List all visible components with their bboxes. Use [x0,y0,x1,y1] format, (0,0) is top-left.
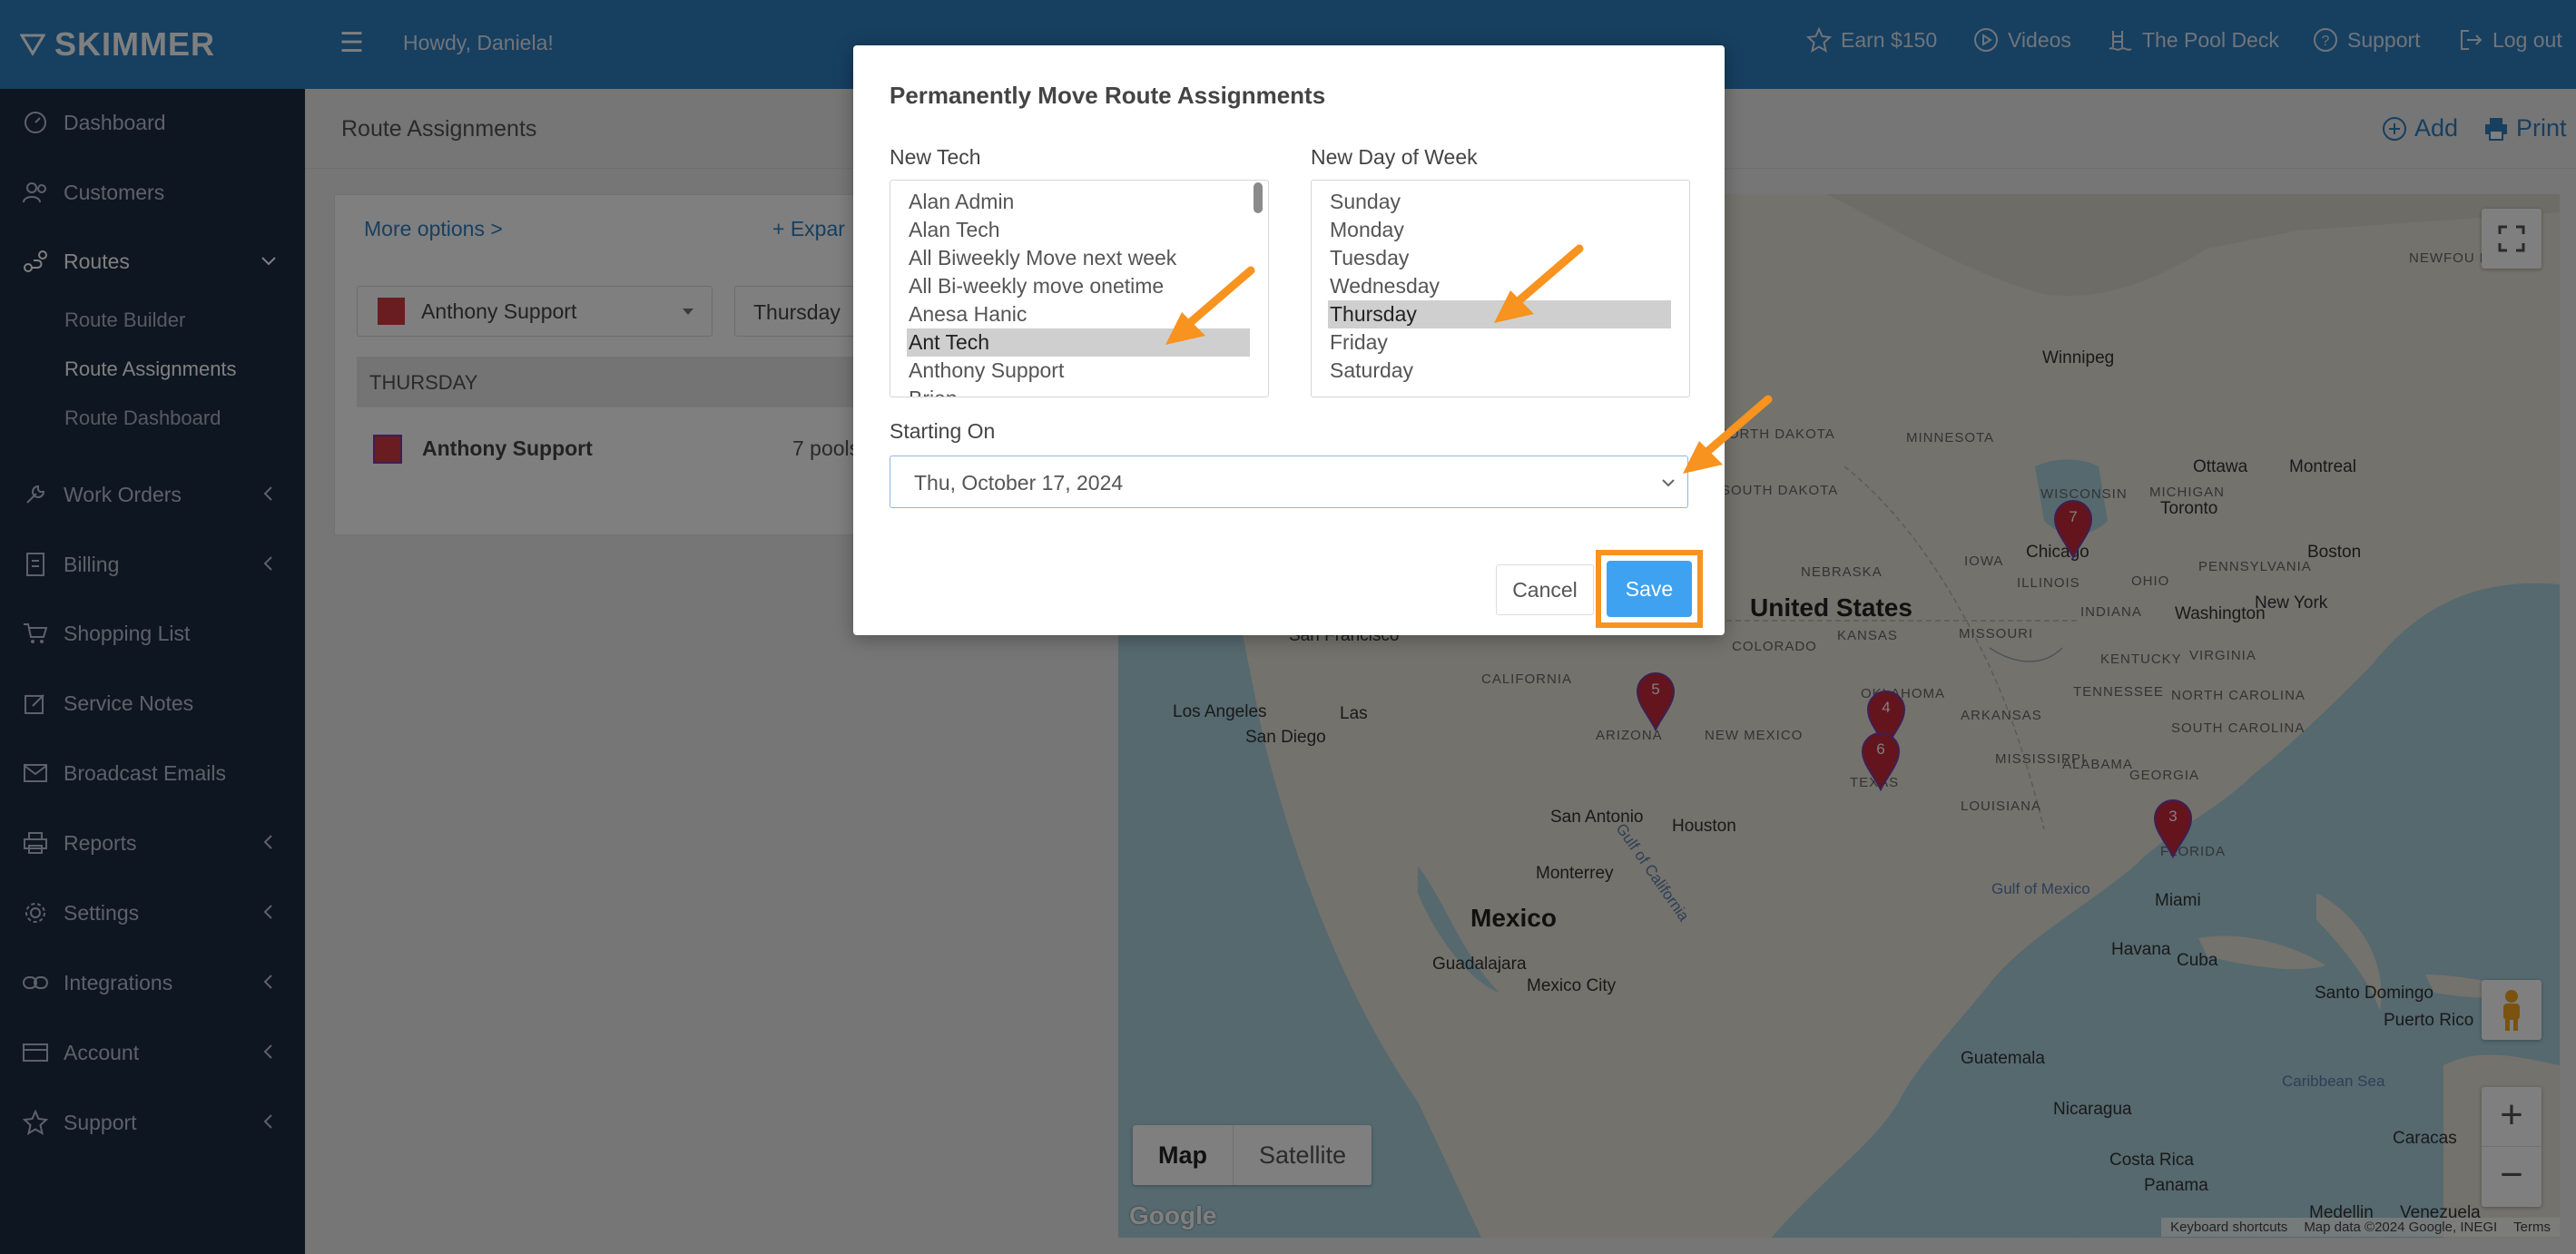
day-option[interactable]: Friday [1328,328,1671,357]
cancel-button[interactable]: Cancel [1496,564,1594,615]
new-tech-label: New Tech [890,145,981,169]
tech-option[interactable]: Brian [907,385,1250,397]
starting-on-label: Starting On [890,419,996,443]
day-option[interactable]: Saturday [1328,357,1671,385]
day-option[interactable]: Sunday [1328,188,1671,216]
annotation-arrow-icon [1683,395,1773,474]
save-button[interactable]: Save [1607,561,1692,617]
tech-option[interactable]: Alan Tech [907,216,1250,244]
tech-option[interactable]: Anthony Support [907,357,1250,385]
new-day-label: New Day of Week [1311,145,1478,169]
starting-on-date-picker[interactable]: Thu, October 17, 2024 [890,456,1688,508]
scrollbar-thumb[interactable] [1254,182,1263,213]
day-option[interactable]: Monday [1328,216,1671,244]
move-route-modal: Permanently Move Route Assignments New T… [853,45,1725,635]
tech-option[interactable]: Alan Admin [907,188,1250,216]
modal-title: Permanently Move Route Assignments [890,82,1326,109]
annotation-arrow-icon [1165,266,1255,345]
annotation-arrow-icon [1494,244,1584,323]
